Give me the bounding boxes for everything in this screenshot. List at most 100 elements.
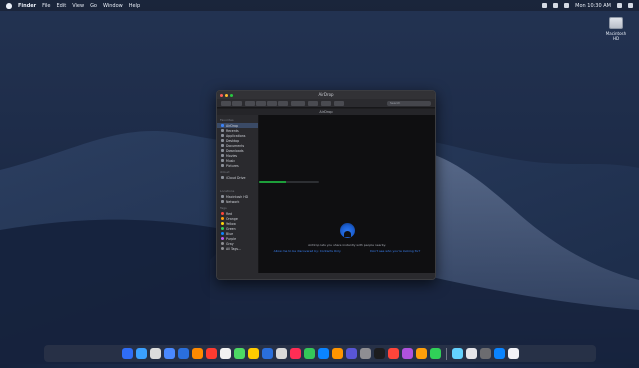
menu-help[interactable]: Help [129, 3, 140, 9]
sidebar-item-label: Recents [226, 128, 239, 133]
document-icon [221, 144, 224, 147]
finder-titlebar[interactable]: AirDrop [217, 91, 435, 99]
dock-app-icon[interactable] [429, 348, 441, 359]
music-note-icon [221, 159, 224, 162]
tag-dot-icon [221, 237, 224, 240]
dock-app-icon[interactable] [205, 348, 217, 359]
sidebar-item-label: Green [226, 226, 236, 231]
window-title: AirDrop [318, 92, 334, 97]
dock-app-icon[interactable] [331, 348, 343, 359]
menu-app-name[interactable]: Finder [18, 3, 36, 9]
finder-toolbar: Search [217, 99, 435, 108]
dock-app-icon[interactable] [233, 348, 245, 359]
sidebar-header-locations: Locations [220, 189, 235, 193]
tags-button[interactable] [334, 100, 344, 106]
airdrop-radar-icon [340, 223, 355, 238]
search-input[interactable]: Search [387, 100, 431, 106]
dock-app-icon[interactable] [401, 348, 413, 359]
desktop-icon-label: Macintosh HD [605, 31, 627, 41]
forward-button[interactable] [232, 100, 242, 106]
airdrop-message: AirDrop lets you share instantly with pe… [308, 243, 386, 247]
tag-dot-icon [221, 242, 224, 245]
sidebar-item-label: All Tags... [226, 246, 242, 251]
dock-app-icon[interactable] [289, 348, 301, 359]
dock-app-icon[interactable] [465, 348, 477, 359]
dock-app-icon[interactable] [219, 348, 231, 359]
clock-icon [221, 129, 224, 132]
sidebar-item-label: Purple [226, 236, 237, 241]
help-link[interactable]: Don't see who you're looking for? [370, 249, 420, 253]
gallery-view-button[interactable] [278, 100, 288, 106]
status-bar [217, 273, 435, 279]
tag-dot-icon [221, 232, 224, 235]
desktop-macintosh-hd[interactable]: Macintosh HD [603, 17, 629, 41]
sidebar-item-label: Applications [226, 133, 246, 138]
sidebar-item-label: Network [226, 199, 240, 204]
dock-app-icon[interactable] [163, 348, 175, 359]
spotlight-icon[interactable] [617, 3, 622, 8]
column-view-button[interactable] [267, 100, 277, 106]
dock-app-icon[interactable] [415, 348, 427, 359]
sidebar-item-label: Orange [226, 216, 238, 221]
sidebar-header-tags: Tags [220, 206, 227, 210]
menu-clock[interactable]: Mon 10:30 AM [575, 3, 611, 9]
notification-center-icon[interactable] [628, 3, 633, 8]
icon-view-button[interactable] [245, 100, 255, 106]
dock-app-icon[interactable] [451, 348, 463, 359]
dock-app-icon[interactable] [317, 348, 329, 359]
dock-app-icon[interactable] [149, 348, 161, 359]
discoverable-link[interactable]: Allow me to be discovered by: Contacts O… [274, 249, 341, 253]
dock-app-icon[interactable] [493, 348, 505, 359]
finder-window[interactable]: AirDrop Search AirDrop Favorites AirDrop… [216, 90, 436, 280]
tag-dot-icon [221, 217, 224, 220]
volume-icon[interactable] [564, 3, 570, 8]
dock-app-icon[interactable] [373, 348, 385, 359]
back-button[interactable] [221, 100, 231, 106]
tag-dot-icon [221, 222, 224, 225]
dock-app-icon[interactable] [191, 348, 203, 359]
dock-app-icon[interactable] [261, 348, 273, 359]
dock-app-icon[interactable] [177, 348, 189, 359]
sidebar-item-label: Downloads [226, 148, 244, 153]
menu-view[interactable]: View [72, 3, 84, 9]
sidebar-tag-all[interactable]: All Tags... [217, 246, 258, 251]
menu-bar: Finder File Edit View Go Window Help Mon… [0, 0, 639, 11]
cloud-icon [221, 176, 224, 179]
sidebar-item-label: Documents [226, 143, 245, 148]
dock-app-icon[interactable] [479, 348, 491, 359]
sidebar-item-label: Pictures [226, 163, 239, 168]
dock-app-icon[interactable] [359, 348, 371, 359]
dock-app-icon[interactable] [135, 348, 147, 359]
dock-app-icon[interactable] [387, 348, 399, 359]
sidebar-item-label: AirDrop [226, 123, 239, 128]
hard-drive-icon [609, 17, 623, 29]
progress-fill [259, 181, 286, 183]
wifi-icon[interactable] [542, 3, 548, 8]
battery-icon[interactable] [553, 3, 559, 8]
dock-app-icon[interactable] [275, 348, 287, 359]
menu-file[interactable]: File [42, 3, 50, 9]
finder-sidebar: Favorites AirDrop Recents Applications D… [217, 115, 259, 273]
nav-buttons [221, 100, 242, 106]
dock-app-icon[interactable] [303, 348, 315, 359]
group-button[interactable] [291, 100, 305, 106]
share-button[interactable] [321, 100, 331, 106]
apple-menu-icon[interactable] [6, 2, 12, 9]
sidebar-item-label: Desktop [226, 138, 240, 143]
sidebar-header-icloud: iCloud [220, 170, 230, 174]
action-button[interactable] [308, 100, 318, 106]
sidebar-item-label: Gray [226, 241, 234, 246]
finder-content: AirDrop lets you share instantly with pe… [259, 115, 435, 273]
menu-edit[interactable]: Edit [57, 3, 67, 9]
dock-app-icon[interactable] [507, 348, 519, 359]
dock-app-icon[interactable] [247, 348, 259, 359]
menu-window[interactable]: Window [103, 3, 123, 9]
sidebar-item-label: Movies [226, 153, 238, 158]
list-view-button[interactable] [256, 100, 266, 106]
applications-icon [221, 134, 224, 137]
sidebar-header-favorites: Favorites [220, 118, 234, 122]
menu-go[interactable]: Go [90, 3, 97, 9]
dock-app-icon[interactable] [121, 348, 133, 359]
dock-app-icon[interactable] [345, 348, 357, 359]
tag-dot-icon [221, 247, 224, 250]
